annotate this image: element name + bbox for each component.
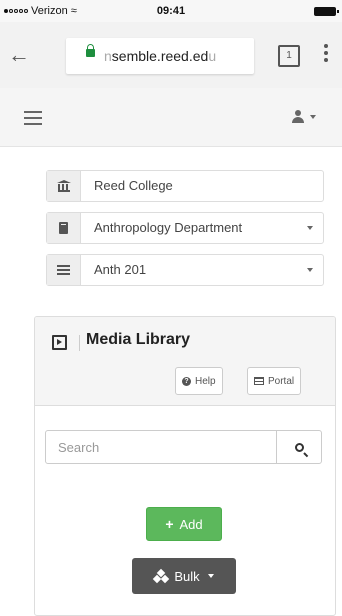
department-select[interactable]: Anthropology Department (46, 212, 324, 244)
chevron-down-icon (310, 114, 316, 119)
browser-menu-icon[interactable] (322, 42, 330, 66)
chevron-down-icon (207, 574, 214, 578)
url-faded-prefix: n (104, 48, 112, 64)
question-circle-icon: ? (182, 376, 191, 386)
header-divider (79, 335, 80, 351)
clock: 09:41 (156, 5, 186, 17)
portal-button[interactable]: Portal (247, 367, 302, 395)
course-addon (47, 255, 81, 285)
bookmark-icon (59, 222, 68, 234)
url-text: nsemble.reed.edu (104, 48, 216, 64)
search-button[interactable] (276, 431, 321, 463)
chevron-down-icon (307, 226, 313, 230)
help-button[interactable]: ? Help (175, 367, 223, 395)
battery-icon (314, 7, 339, 16)
department-addon (47, 213, 81, 243)
lock-icon (86, 44, 95, 57)
chevron-down-icon (307, 268, 313, 272)
institution-addon (47, 171, 81, 201)
institution-value: Reed College (94, 178, 173, 193)
course-label: Anth 201 (94, 262, 147, 277)
panel-title: Media Library (86, 331, 191, 348)
status-bar: Verizon ≈ 09:41 (0, 0, 342, 22)
url-faded-suffix: u (208, 48, 217, 64)
bulk-actions-button[interactable]: Bulk (132, 558, 236, 594)
search-icon (294, 442, 304, 452)
department-value: Anthropology Department (81, 213, 323, 243)
institution-selector[interactable]: Reed College (46, 170, 324, 202)
url-domain: semble.reed.ed (111, 48, 209, 64)
hamburger-menu-icon[interactable] (24, 111, 42, 129)
media-library-panel: Media Library ? Help Portal + Add Bulk (34, 316, 336, 616)
tab-switcher-button[interactable]: 1 (278, 45, 300, 67)
panel-header: Media Library ? Help Portal (35, 317, 335, 406)
course-value: Anth 201 (81, 255, 323, 285)
cubes-icon (153, 568, 170, 584)
portal-icon (254, 377, 264, 385)
course-select[interactable]: Anth 201 (46, 254, 324, 286)
add-button[interactable]: + Add (146, 507, 222, 541)
list-icon (57, 265, 70, 275)
institution-icon (56, 180, 71, 192)
department-label: Anthropology Department (94, 220, 243, 235)
portal-label: Portal (268, 375, 295, 387)
user-icon (292, 110, 304, 123)
media-play-icon (52, 335, 67, 350)
browser-toolbar: ← nsemble.reed.edu 1 (0, 22, 342, 89)
plus-icon: + (165, 516, 174, 532)
bulk-label: Bulk (174, 568, 200, 584)
search-input[interactable] (46, 431, 276, 463)
help-label: Help (195, 375, 216, 387)
user-menu[interactable] (292, 110, 316, 123)
search-box (45, 430, 322, 464)
add-label: Add (179, 516, 203, 532)
back-arrow-icon[interactable]: ← (8, 44, 30, 66)
address-bar[interactable]: nsemble.reed.edu (66, 38, 254, 74)
app-navbar (0, 88, 342, 147)
